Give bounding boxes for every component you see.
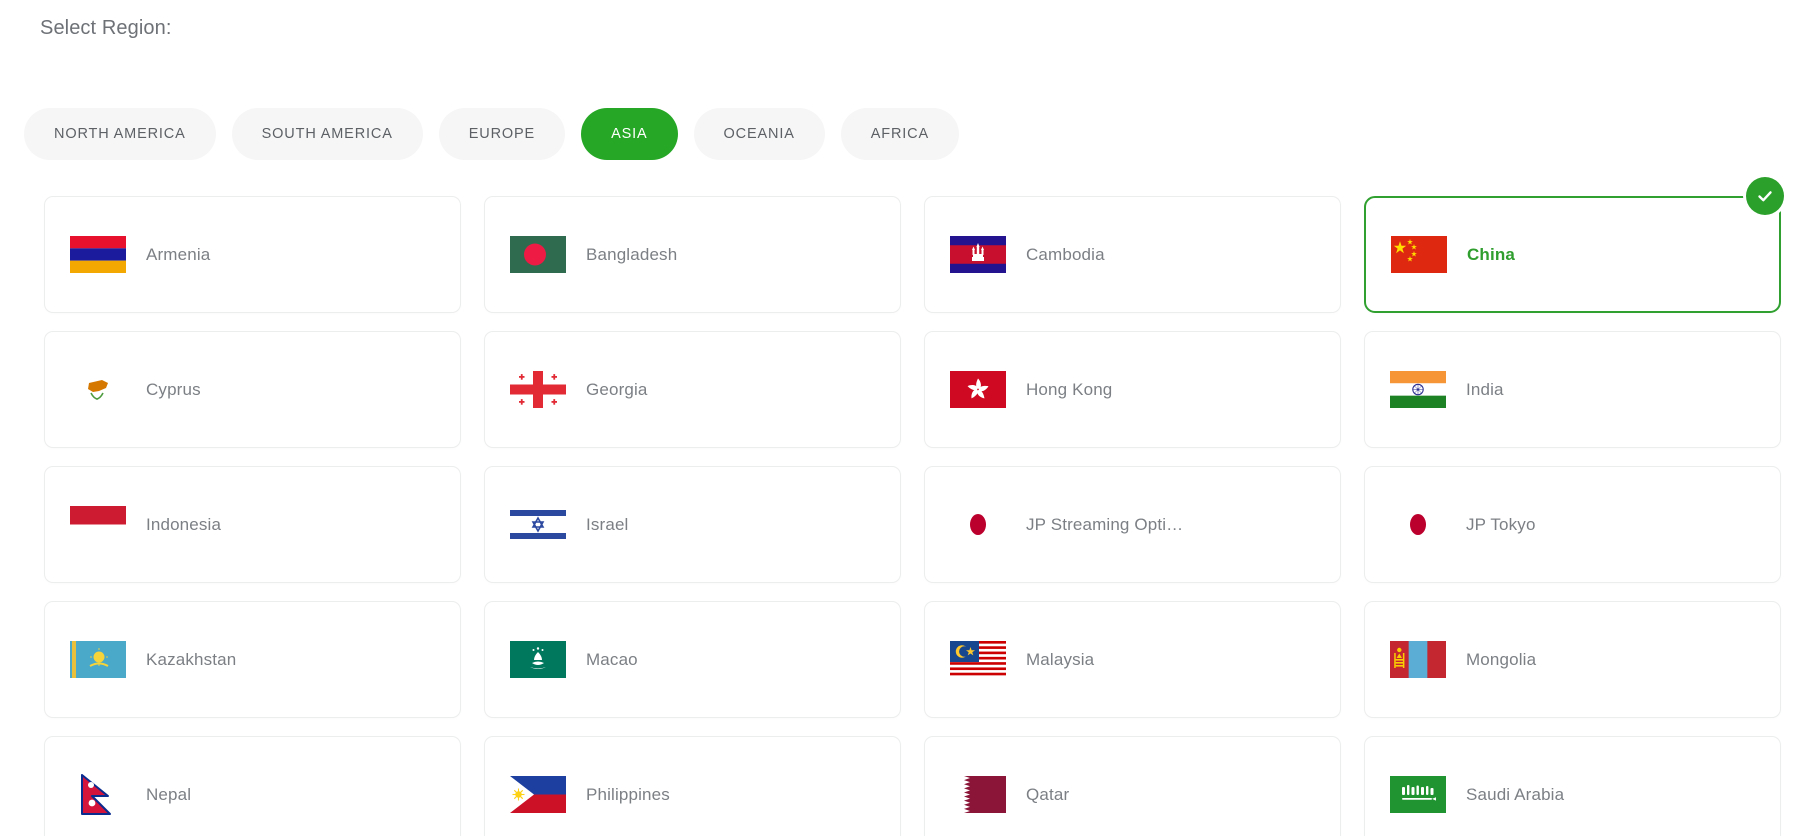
check-icon bbox=[1746, 177, 1784, 215]
country-card[interactable]: Georgia bbox=[484, 331, 901, 448]
japan-flag-icon bbox=[1387, 503, 1449, 547]
country-name-label: Saudi Arabia bbox=[1466, 784, 1565, 804]
country-name-label: China bbox=[1467, 244, 1515, 264]
macao-flag-icon bbox=[507, 638, 569, 682]
armenia-flag-icon bbox=[67, 233, 129, 277]
mongolia-flag-icon bbox=[1387, 638, 1449, 682]
country-card[interactable]: Nepal bbox=[44, 736, 461, 836]
country-card[interactable]: Qatar bbox=[924, 736, 1341, 836]
country-card[interactable]: Cambodia bbox=[924, 196, 1341, 313]
region-tab-europe[interactable]: EUROPE bbox=[438, 108, 566, 160]
israel-flag-icon bbox=[507, 503, 569, 547]
page-title: Select Region: bbox=[40, 17, 172, 39]
country-name-label: Bangladesh bbox=[586, 244, 678, 264]
nepal-flag-icon bbox=[67, 773, 129, 817]
hongkong-flag-icon bbox=[947, 368, 1009, 412]
country-card[interactable]: Malaysia bbox=[924, 601, 1341, 718]
country-name-label: JP Streaming Opti… bbox=[1026, 514, 1184, 534]
country-name-label: Cyprus bbox=[146, 379, 201, 399]
country-card[interactable]: Indonesia bbox=[44, 466, 461, 583]
country-card[interactable]: Armenia bbox=[44, 196, 461, 313]
region-tab-asia[interactable]: ASIA bbox=[581, 108, 678, 160]
kazakhstan-flag-icon bbox=[67, 638, 129, 682]
cambodia-flag-icon bbox=[947, 233, 1009, 277]
indonesia-flag-icon bbox=[67, 503, 129, 547]
country-name-label: Armenia bbox=[146, 244, 211, 264]
country-card[interactable]: Cyprus bbox=[44, 331, 461, 448]
country-name-label: Macao bbox=[586, 649, 638, 669]
country-card[interactable]: JP Streaming Opti… bbox=[924, 466, 1341, 583]
region-tab-south-america[interactable]: SOUTH AMERICA bbox=[231, 108, 423, 160]
country-name-label: JP Tokyo bbox=[1466, 514, 1536, 534]
country-name-label: Nepal bbox=[146, 784, 192, 804]
select-region-page: Select Region: NORTH AMERICA SOUTH AMERIC… bbox=[0, 0, 1799, 836]
country-name-label: Qatar bbox=[1026, 784, 1070, 804]
country-card[interactable]: Kazakhstan bbox=[44, 601, 461, 718]
georgia-flag-icon bbox=[507, 368, 569, 412]
country-card[interactable]: Hong Kong bbox=[924, 331, 1341, 448]
saudiarabia-flag-icon bbox=[1387, 773, 1449, 817]
country-name-label: Cambodia bbox=[1026, 244, 1105, 264]
china-flag-icon bbox=[1388, 233, 1450, 277]
philippines-flag-icon bbox=[507, 773, 569, 817]
country-name-label: Georgia bbox=[586, 379, 648, 399]
country-name-label: Indonesia bbox=[146, 514, 222, 534]
country-name-label: Kazakhstan bbox=[146, 649, 237, 669]
cyprus-flag-icon bbox=[67, 368, 129, 412]
country-name-label: Hong Kong bbox=[1026, 379, 1113, 399]
country-card[interactable]: Mongolia bbox=[1364, 601, 1781, 718]
region-tab-north-america[interactable]: NORTH AMERICA bbox=[24, 108, 216, 160]
country-name-label: Malaysia bbox=[1026, 649, 1095, 669]
india-flag-icon bbox=[1387, 368, 1449, 412]
japan-flag-icon bbox=[947, 503, 1009, 547]
country-name-label: India bbox=[1466, 379, 1504, 399]
bangladesh-flag-icon bbox=[507, 233, 569, 277]
country-card[interactable]: Philippines bbox=[484, 736, 901, 836]
country-card-grid: Armenia Bangladesh Cambodia China Cyprus… bbox=[44, 177, 1784, 836]
country-name-label: Philippines bbox=[586, 784, 670, 804]
malaysia-flag-icon bbox=[947, 638, 1009, 682]
country-card[interactable]: India bbox=[1364, 331, 1781, 448]
country-card[interactable]: JP Tokyo bbox=[1364, 466, 1781, 583]
qatar-flag-icon bbox=[947, 773, 1009, 817]
region-tab-strip: NORTH AMERICA SOUTH AMERICA EUROPE ASIA OCEA… bbox=[24, 108, 960, 160]
region-tab-africa[interactable]: AFRICA bbox=[840, 108, 960, 160]
country-name-label: Israel bbox=[586, 514, 629, 534]
country-card[interactable]: Bangladesh bbox=[484, 196, 901, 313]
country-card[interactable]: China bbox=[1364, 177, 1784, 313]
country-card[interactable]: Saudi Arabia bbox=[1364, 736, 1781, 836]
country-card[interactable]: Macao bbox=[484, 601, 901, 718]
country-name-label: Mongolia bbox=[1466, 649, 1537, 669]
region-tab-oceania[interactable]: OCEANIA bbox=[693, 108, 825, 160]
country-card[interactable]: Israel bbox=[484, 466, 901, 583]
